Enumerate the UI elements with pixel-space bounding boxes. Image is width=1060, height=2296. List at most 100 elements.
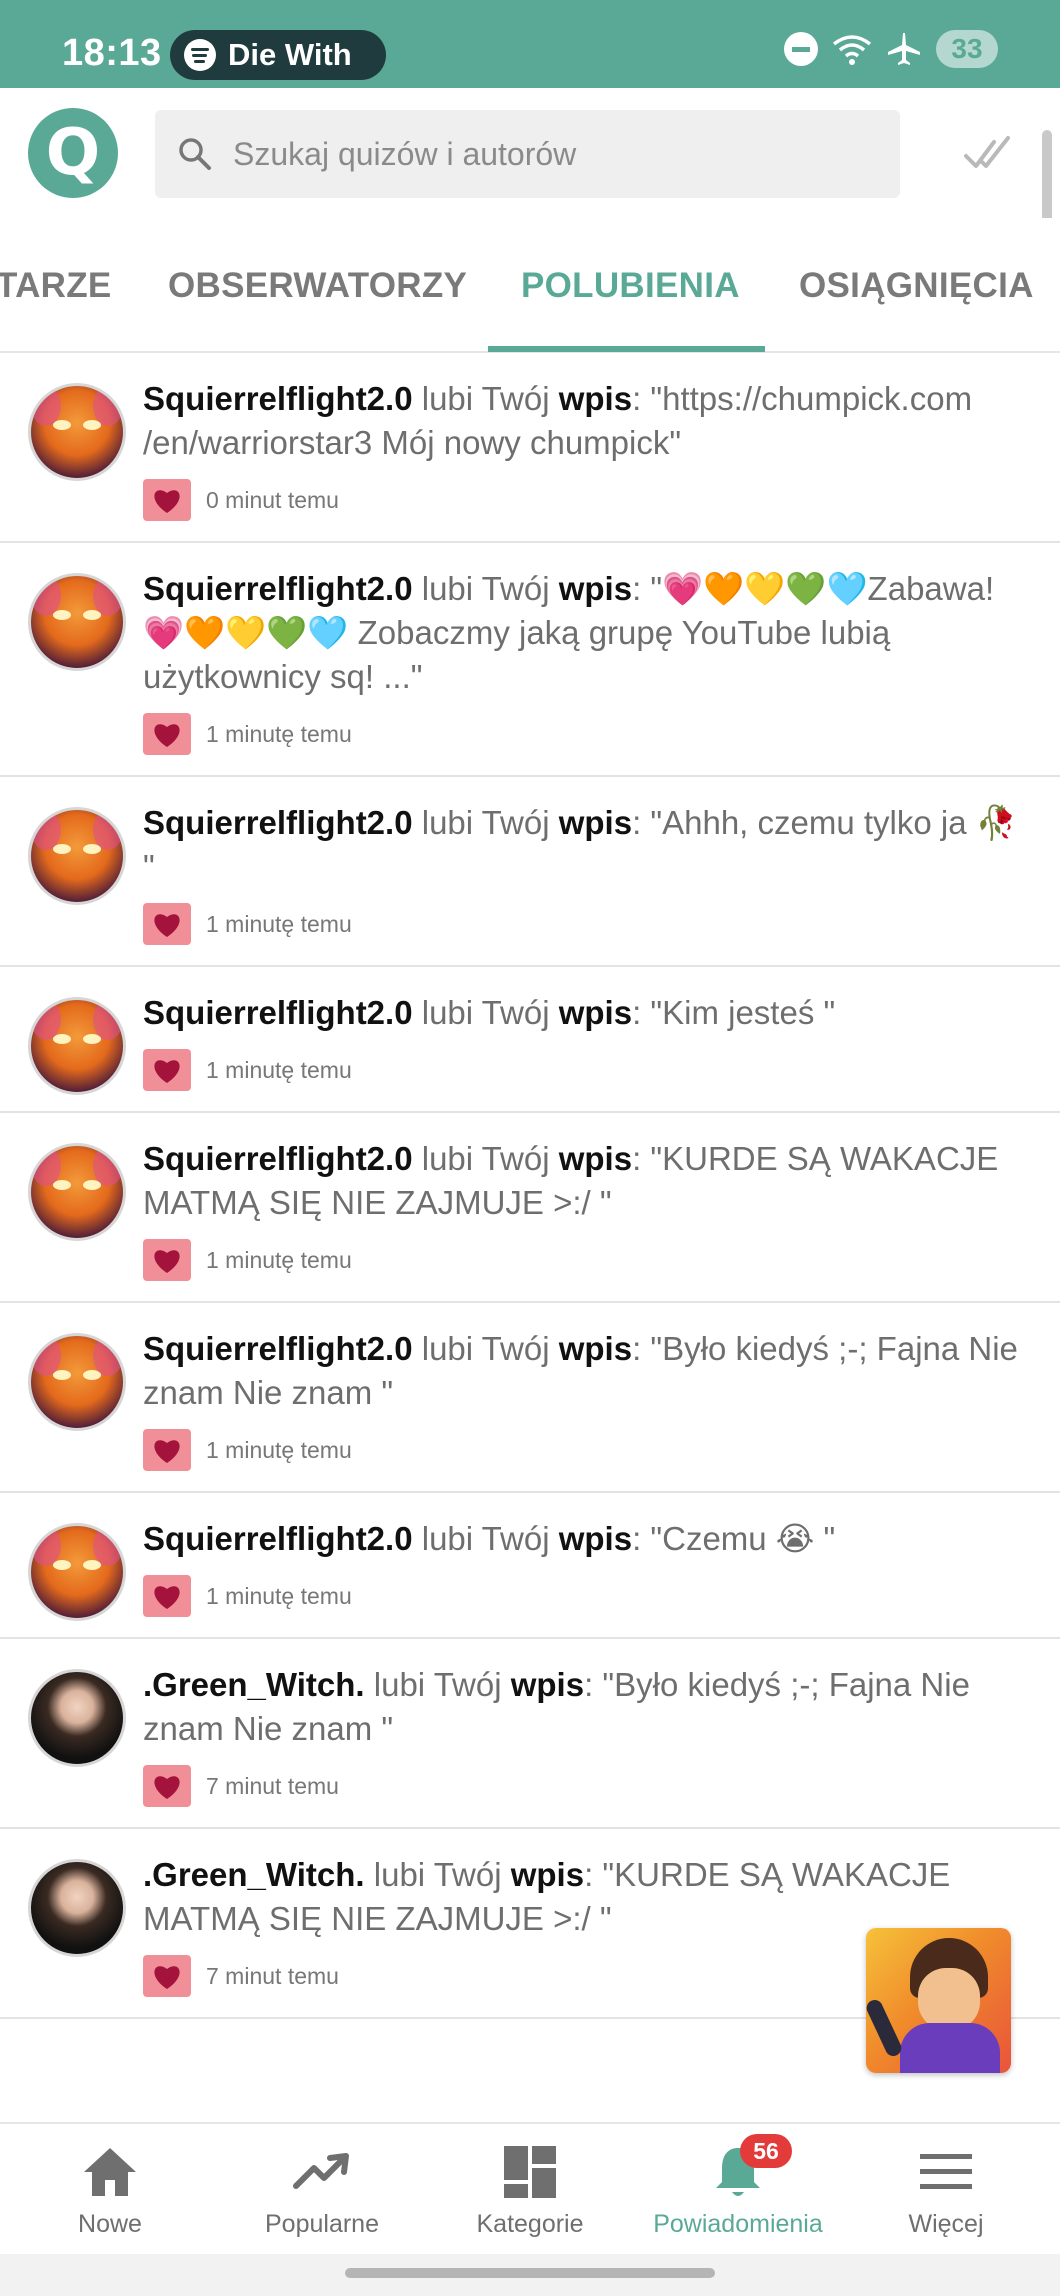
author-name[interactable]: Squierrelflight2.0 bbox=[143, 804, 413, 841]
media-pill[interactable]: Die With bbox=[170, 30, 386, 80]
notification-text: Squierrelflight2.0 lubi Twój wpis: "Czem… bbox=[143, 1517, 1030, 1561]
nav-label: Kategorie bbox=[476, 2210, 584, 2238]
app-logo[interactable]: Q bbox=[28, 108, 118, 198]
nav-wiecej[interactable]: Więcej bbox=[846, 2142, 1046, 2239]
notification-time: 1 minutę temu bbox=[206, 1582, 352, 1609]
avatar[interactable] bbox=[28, 1669, 126, 1767]
tab-komentarze[interactable]: TARZE bbox=[0, 266, 112, 306]
notification-list: Squierrelflight2.0 lubi Twój wpis: "http… bbox=[0, 353, 1060, 2019]
notification-item[interactable]: Squierrelflight2.0 lubi Twój wpis: "Kim … bbox=[0, 967, 1060, 1113]
mark-all-read-icon[interactable] bbox=[962, 128, 1012, 178]
search-input[interactable] bbox=[233, 135, 853, 173]
notification-item[interactable]: Squierrelflight2.0 lubi Twój wpis: "Było… bbox=[0, 1303, 1060, 1493]
like-badge bbox=[143, 1429, 191, 1471]
notification-time: 7 minut temu bbox=[206, 1772, 339, 1799]
notification-content: Squierrelflight2.0 lubi Twój wpis: "KURD… bbox=[143, 1113, 1060, 1301]
avatar[interactable] bbox=[28, 997, 126, 1095]
avatar[interactable] bbox=[28, 1859, 126, 1957]
tab-osiagniecia[interactable]: OSIĄGNIĘCIA bbox=[799, 266, 1034, 306]
heart-icon bbox=[154, 1965, 180, 1989]
notification-item[interactable]: .Green_Witch. lubi Twój wpis: "Było kied… bbox=[0, 1639, 1060, 1829]
notification-meta: 1 minutę temu bbox=[143, 1429, 1030, 1491]
nav-popularne[interactable]: Popularne bbox=[222, 2142, 422, 2239]
notification-verb: lubi Twój bbox=[412, 804, 559, 841]
notification-time: 1 minutę temu bbox=[206, 720, 352, 747]
notification-text: Squierrelflight2.0 lubi Twój wpis: "Kim … bbox=[143, 991, 1030, 1035]
avatar[interactable] bbox=[28, 807, 126, 905]
notification-meta: 7 minut temu bbox=[143, 1765, 1030, 1827]
nav-powiadomienia[interactable]: Powiadomienia bbox=[638, 2142, 838, 2239]
home-icon bbox=[84, 2148, 136, 2196]
author-name[interactable]: Squierrelflight2.0 bbox=[143, 570, 413, 607]
like-badge bbox=[143, 479, 191, 521]
tab-polubienia[interactable]: POLUBIENIA bbox=[521, 266, 740, 306]
search-box[interactable] bbox=[155, 110, 900, 198]
notification-content: .Green_Witch. lubi Twój wpis: "Było kied… bbox=[143, 1639, 1060, 1827]
notification-keyword: wpis bbox=[558, 1330, 633, 1367]
search-icon bbox=[179, 138, 211, 170]
nav-label: Więcej bbox=[908, 2210, 984, 2238]
heart-icon bbox=[154, 723, 180, 747]
avatar[interactable] bbox=[28, 1523, 126, 1621]
status-time: 18:13 bbox=[62, 32, 162, 74]
notification-meta: 0 minut temu bbox=[143, 479, 1030, 541]
notification-time: 1 minutę temu bbox=[206, 910, 352, 937]
media-title: Die With bbox=[228, 37, 352, 72]
notification-item[interactable]: Squierrelflight2.0 lubi Twój wpis: "💗🧡💛💚… bbox=[0, 543, 1060, 777]
notification-text: .Green_Witch. lubi Twój wpis: "Było kied… bbox=[143, 1663, 1030, 1751]
notification-time: 1 minutę temu bbox=[206, 1056, 352, 1083]
notification-content: Squierrelflight2.0 lubi Twój wpis: "Było… bbox=[143, 1303, 1060, 1491]
like-badge bbox=[143, 903, 191, 945]
gesture-bar[interactable] bbox=[345, 2268, 715, 2278]
notification-item[interactable]: Squierrelflight2.0 lubi Twój wpis: "Czem… bbox=[0, 1493, 1060, 1639]
like-badge bbox=[143, 1955, 191, 1997]
heart-icon bbox=[154, 913, 180, 937]
author-name[interactable]: .Green_Witch. bbox=[143, 1666, 365, 1703]
heart-icon bbox=[154, 1439, 180, 1463]
heart-icon bbox=[154, 1059, 180, 1083]
notification-meta: 1 minutę temu bbox=[143, 1239, 1030, 1301]
notification-content: Squierrelflight2.0 lubi Twój wpis: "💗🧡💛💚… bbox=[143, 543, 1060, 775]
like-badge bbox=[143, 1239, 191, 1281]
notification-content: Squierrelflight2.0 lubi Twój wpis: "http… bbox=[143, 353, 1060, 541]
notification-item[interactable]: Squierrelflight2.0 lubi Twój wpis: "http… bbox=[0, 353, 1060, 543]
notification-verb: lubi Twój bbox=[412, 1330, 559, 1367]
bottom-navigation: Nowe Popularne Kategorie Powiadomienia 5… bbox=[0, 2122, 1060, 2254]
heart-icon bbox=[154, 1585, 180, 1609]
like-badge bbox=[143, 1765, 191, 1807]
notification-item[interactable]: Squierrelflight2.0 lubi Twój wpis: "KURD… bbox=[0, 1113, 1060, 1303]
author-name[interactable]: Squierrelflight2.0 bbox=[143, 380, 413, 417]
notification-meta: 1 minutę temu bbox=[143, 1049, 1030, 1111]
menu-icon bbox=[920, 2154, 972, 2189]
battery-indicator: 33 bbox=[936, 30, 998, 68]
trending-icon bbox=[293, 2153, 349, 2189]
avatar[interactable] bbox=[28, 1333, 126, 1431]
notification-verb: lubi Twój bbox=[412, 1140, 559, 1177]
notification-content: Squierrelflight2.0 lubi Twój wpis: "Kim … bbox=[143, 967, 1060, 1111]
avatar[interactable] bbox=[28, 1143, 126, 1241]
nav-label: Popularne bbox=[265, 2210, 379, 2238]
avatar[interactable] bbox=[28, 383, 126, 481]
notification-meta: 1 minutę temu bbox=[143, 713, 1030, 775]
notification-verb: lubi Twój bbox=[412, 1520, 559, 1557]
author-name[interactable]: Squierrelflight2.0 bbox=[143, 1330, 413, 1367]
nav-kategorie[interactable]: Kategorie bbox=[430, 2142, 630, 2239]
author-name[interactable]: Squierrelflight2.0 bbox=[143, 1520, 413, 1557]
notification-keyword: wpis bbox=[510, 1856, 585, 1893]
notification-item[interactable]: Squierrelflight2.0 lubi Twój wpis: "Ahhh… bbox=[0, 777, 1060, 967]
avatar[interactable] bbox=[28, 573, 126, 671]
author-name[interactable]: Squierrelflight2.0 bbox=[143, 1140, 413, 1177]
nav-label: Powiadomienia bbox=[653, 2210, 823, 2238]
author-name[interactable]: .Green_Witch. bbox=[143, 1856, 365, 1893]
notification-quote: : "Kim jesteś " bbox=[632, 994, 836, 1031]
notification-text: Squierrelflight2.0 lubi Twój wpis: "http… bbox=[143, 377, 1030, 465]
status-icons: 33 bbox=[784, 30, 998, 68]
notification-verb: lubi Twój bbox=[412, 994, 559, 1031]
floating-profile-bubble[interactable] bbox=[866, 1928, 1011, 2073]
author-name[interactable]: Squierrelflight2.0 bbox=[143, 994, 413, 1031]
nav-nowe[interactable]: Nowe bbox=[10, 2142, 210, 2239]
like-badge bbox=[143, 1575, 191, 1617]
like-badge bbox=[143, 713, 191, 755]
notification-verb: lubi Twój bbox=[412, 380, 559, 417]
tab-obserwatorzy[interactable]: OBSERWATORZY bbox=[168, 266, 467, 306]
